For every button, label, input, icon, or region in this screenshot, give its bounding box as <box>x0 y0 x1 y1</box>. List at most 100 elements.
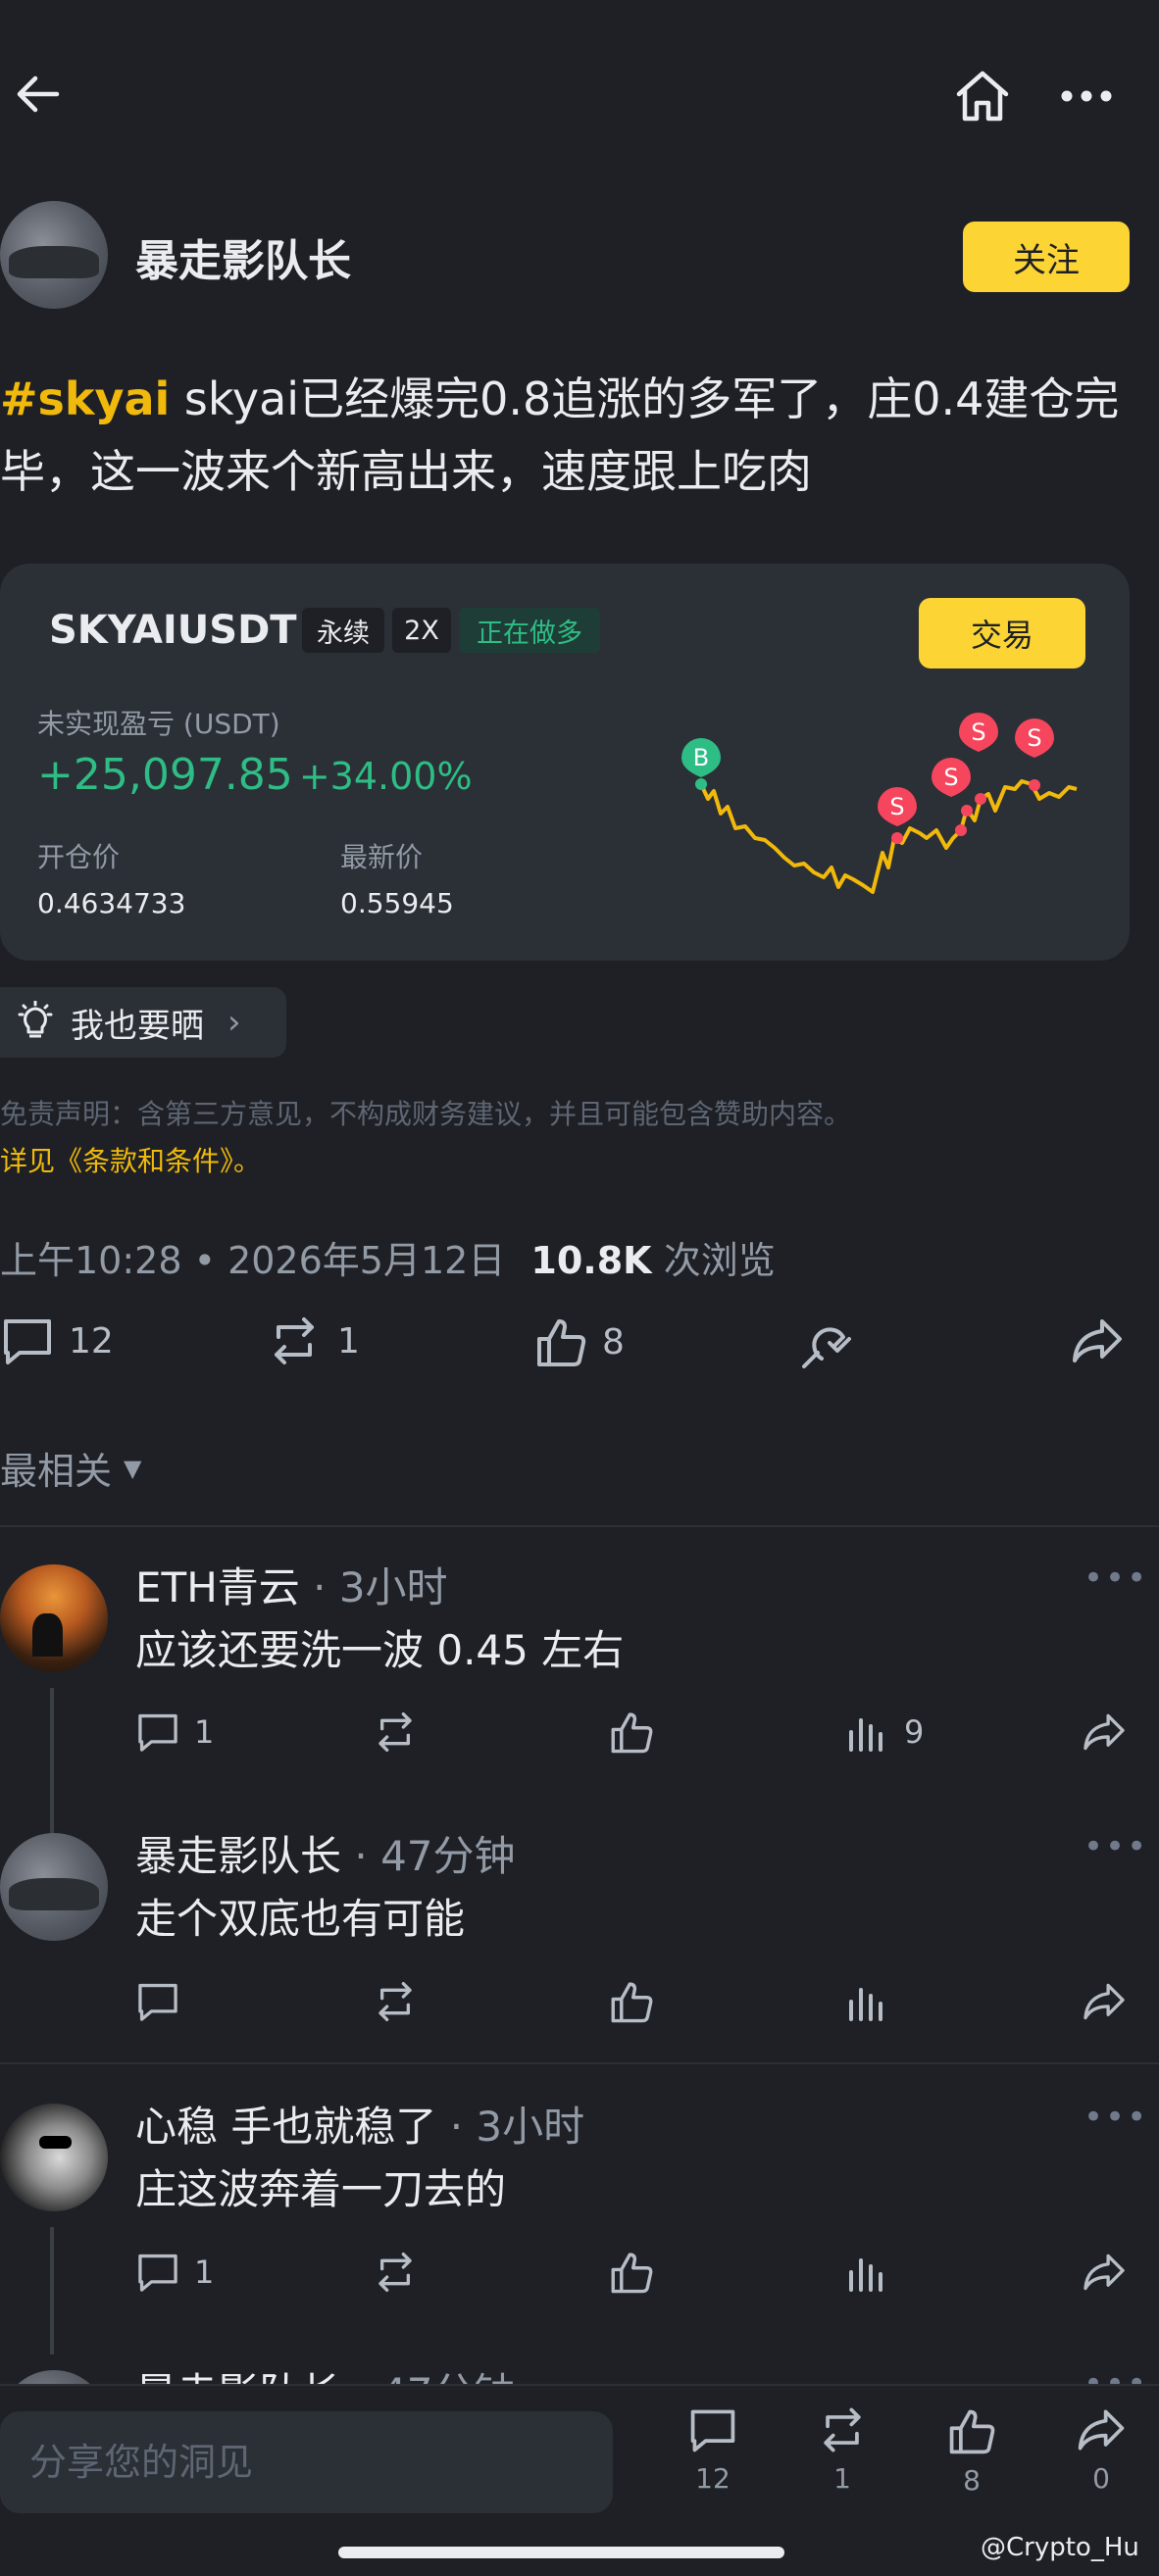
comment-more-icon[interactable]: ••• <box>1083 1827 1148 1866</box>
post-time: 上午10:28 • 2026年5月12日 <box>0 1239 506 1282</box>
bottom-repost-count: 1 <box>833 2462 851 2495</box>
thumbs-up-icon[interactable] <box>608 1979 655 2028</box>
comment-reply-action[interactable]: 1 <box>135 1710 214 1754</box>
thumbs-up-icon <box>537 1319 586 1366</box>
tag-going-long: 正在做多 <box>459 608 600 653</box>
comment-text: 走个双底也有可能 <box>135 1895 466 1943</box>
lightbulb-icon <box>18 1001 53 1038</box>
comment-reply-count: 1 <box>194 2254 215 2291</box>
commenter-name-line: 心稳 手也就稳了 · 3小时 <box>135 2094 584 2154</box>
bottom-share-count: 0 <box>1092 2462 1110 2495</box>
buy-marker: B <box>681 738 721 790</box>
thumbs-up-icon[interactable] <box>608 2250 655 2299</box>
bottom-like-count: 8 <box>963 2464 981 2497</box>
repost-icon[interactable] <box>371 1980 420 2027</box>
buy-marker-label: B <box>693 744 709 771</box>
views-count: 10.8K <box>530 1239 652 1282</box>
trade-card[interactable]: SKYAIUSDT 永续 2X 正在做多 交易 未实现盈亏 (USDT) +25… <box>0 564 1130 961</box>
repost-icon[interactable] <box>371 1710 420 1758</box>
thread-line <box>50 2227 54 2354</box>
thread-line <box>50 1688 54 1835</box>
repost-action[interactable]: 1 <box>265 1315 360 1366</box>
sell-marker-4-label: S <box>1027 724 1041 752</box>
commenter-avatar[interactable] <box>0 2104 108 2211</box>
divider <box>0 1525 1159 1527</box>
bar-chart-icon[interactable] <box>845 2251 890 2298</box>
comment-icon <box>690 2409 735 2452</box>
comment-more-icon[interactable]: ••• <box>1083 2098 1148 2137</box>
sell-marker-3-label: S <box>971 718 985 746</box>
pnl-value: +25,097.85 +34.00% <box>37 750 473 800</box>
sell-marker-3: S <box>959 712 998 805</box>
sort-dropdown[interactable]: 最相关 ▼ <box>0 1441 141 1495</box>
price-sparkline: B S S S S <box>681 712 1078 894</box>
like-action[interactable]: 8 <box>533 1315 625 1368</box>
bottom-repost-button[interactable]: 1 <box>798 2405 886 2495</box>
comment-action[interactable]: 12 <box>0 1315 114 1366</box>
hashtag-link[interactable]: #skyai <box>0 372 170 425</box>
comment-icon[interactable] <box>135 1980 180 2027</box>
author-name[interactable]: 暴走影队长 <box>135 225 351 288</box>
tip-icon[interactable] <box>800 1315 859 1374</box>
trade-button[interactable]: 交易 <box>919 598 1085 669</box>
comment-reply-action[interactable]: 1 <box>135 2251 214 2294</box>
commenter-avatar[interactable] <box>0 1833 108 1941</box>
share-icon[interactable] <box>1069 1315 1126 1370</box>
commenter-name[interactable]: 暴走影队长 <box>135 1832 341 1880</box>
chevron-right-icon: › <box>227 1003 241 1042</box>
comment-time: · 3小时 <box>299 1563 448 1611</box>
share-icon <box>1078 2409 1125 2451</box>
commenter-name[interactable]: ETH青云 <box>135 1563 300 1611</box>
author-avatar[interactable] <box>0 201 108 309</box>
comment-icon <box>138 2254 177 2292</box>
back-arrow-icon[interactable] <box>12 69 63 120</box>
repost-icon <box>824 2407 861 2452</box>
pnl-label: 未实现盈亏 (USDT) <box>37 708 280 740</box>
comment-time: · 3小时 <box>436 2103 585 2151</box>
top-nav <box>0 0 1159 186</box>
comment-views-action[interactable]: 9 <box>845 1710 924 1754</box>
sell-marker-2-label: S <box>943 764 958 791</box>
comment-time: · 47分钟 <box>341 1832 516 1880</box>
share-result-label: 我也要晒 <box>71 1006 204 1046</box>
thumbs-up-icon <box>949 2409 995 2454</box>
sell-marker-1: S <box>878 787 917 844</box>
commenter-avatar[interactable] <box>0 1564 108 1672</box>
disclaimer-text: 免责声明：含第三方意见，不构成财务建议，并且可能包含赞助内容。 <box>0 1098 852 1130</box>
bottom-like-button[interactable]: 8 <box>928 2405 1016 2497</box>
watermark: @Crypto_Hu <box>981 2533 1139 2562</box>
repost-icon <box>275 1317 314 1364</box>
post-meta: 上午10:28 • 2026年5月12日 10.8K 次浏览 <box>0 1230 776 1284</box>
post-text: #skyai skyai已经爆完0.8追涨的多军了，庄0.4建仓完毕，这一波来个… <box>0 363 1137 508</box>
bottom-share-button[interactable]: 0 <box>1057 2405 1145 2495</box>
pnl-percent: +34.00% <box>298 755 473 798</box>
thumbs-up-icon[interactable] <box>608 1709 655 1759</box>
bottom-comment-count: 12 <box>695 2462 731 2495</box>
share-icon[interactable] <box>1081 2251 1128 2298</box>
home-icon[interactable] <box>953 69 1012 124</box>
more-icon[interactable] <box>1059 83 1114 109</box>
comment-text: 应该还要洗一波 0.45 左右 <box>135 1626 625 1674</box>
commenter-name[interactable]: 心稳 手也就稳了 <box>135 2103 436 2151</box>
share-icon[interactable] <box>1081 1980 1128 2027</box>
pnl-amount: +25,097.85 <box>37 750 293 800</box>
repost-count: 1 <box>337 1320 360 1362</box>
terms-link[interactable]: 详见《条款和条件》。 <box>0 1140 261 1179</box>
caret-down-icon: ▼ <box>124 1454 142 1482</box>
share-insight-input[interactable] <box>0 2411 613 2513</box>
comment-reply-count: 1 <box>194 1713 215 1751</box>
follow-button[interactable]: 关注 <box>963 222 1130 292</box>
bottom-comment-button[interactable]: 12 <box>669 2405 757 2495</box>
share-icon[interactable] <box>1081 1710 1128 1758</box>
share-result-chip[interactable]: 我也要晒 › <box>0 987 286 1058</box>
repost-icon[interactable] <box>371 2251 420 2298</box>
bar-chart-icon[interactable] <box>845 1980 890 2027</box>
comment-views-count: 9 <box>904 1713 925 1751</box>
comment-icon <box>4 1319 51 1364</box>
comment-more-icon[interactable]: ••• <box>1083 1559 1148 1598</box>
tag-leverage: 2X <box>392 608 451 653</box>
like-count: 8 <box>602 1321 625 1362</box>
last-price-value: 0.55945 <box>340 887 454 919</box>
commenter-name-line: ETH青云 · 3小时 <box>135 1555 448 1614</box>
divider <box>0 2062 1159 2064</box>
